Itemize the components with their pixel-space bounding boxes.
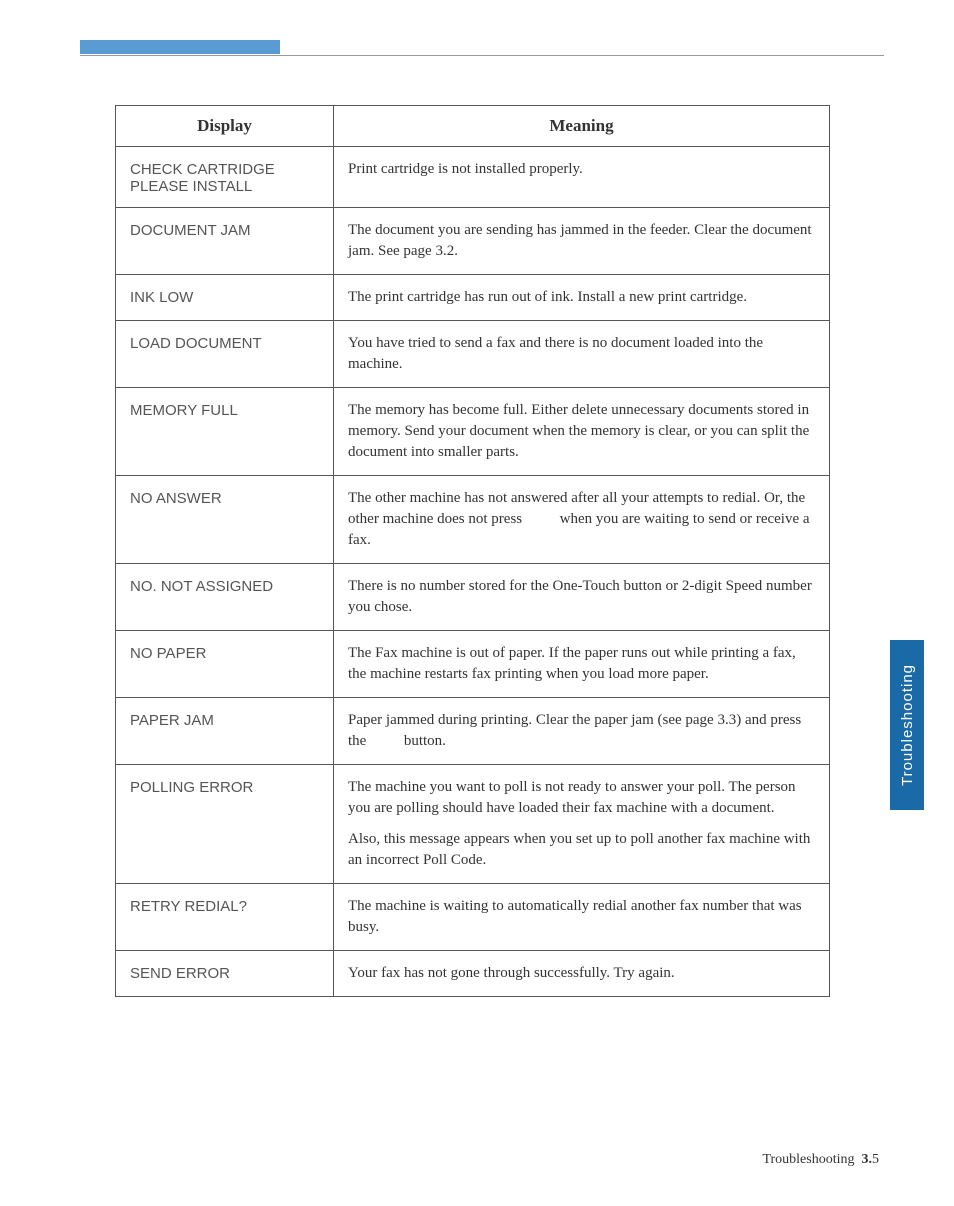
meaning-cell: Your fax has not gone through successful…	[334, 951, 830, 997]
display-text: DOCUMENT JAM	[130, 222, 251, 239]
meaning-text: Print cartridge is not installed properl…	[348, 159, 815, 180]
display-cell: RETRY REDIAL?	[116, 884, 334, 951]
col-meaning: Meaning	[334, 106, 830, 147]
display-text: NO ANSWER	[130, 490, 222, 507]
display-text: POLLING ERROR	[130, 779, 253, 796]
display-cell: DOCUMENT JAM	[116, 208, 334, 275]
display-cell: LOAD DOCUMENT	[116, 321, 334, 388]
display-cell: NO PAPER	[116, 631, 334, 698]
meaning-text: The other machine has not answered after…	[348, 488, 815, 551]
meaning-text: Also, this message appears when you set …	[348, 829, 815, 871]
meaning-text: The machine is waiting to automatically …	[348, 896, 815, 938]
meaning-cell: The Fax machine is out of paper. If the …	[334, 631, 830, 698]
table-row: INK LOW The print cartridge has run out …	[116, 275, 830, 321]
meaning-text: The Fax machine is out of paper. If the …	[348, 643, 815, 685]
display-text: NO. NOT ASSIGNED	[130, 578, 273, 595]
display-cell: NO ANSWER	[116, 476, 334, 564]
col-display: Display	[116, 106, 334, 147]
meaning-text: Paper jammed during printing. Clear the …	[348, 710, 815, 752]
meaning-text: Your fax has not gone through successful…	[348, 963, 815, 984]
meaning-text: The print cartridge has run out of ink. …	[348, 287, 815, 308]
display-cell: PAPER JAM	[116, 698, 334, 765]
meaning-text: The memory has become full. Either delet…	[348, 400, 815, 463]
meaning-text: There is no number stored for the One-To…	[348, 576, 815, 618]
meaning-cell: The print cartridge has run out of ink. …	[334, 275, 830, 321]
meaning-cell: You have tried to send a fax and there i…	[334, 321, 830, 388]
header-accent	[80, 40, 280, 54]
table-row: PAPER JAM Paper jammed during printing. …	[116, 698, 830, 765]
meaning-text: The document you are sending has jammed …	[348, 220, 815, 262]
meaning-text: You have tried to send a fax and there i…	[348, 333, 815, 375]
display-text: MEMORY FULL	[130, 402, 238, 419]
table-row: LOAD DOCUMENT You have tried to send a f…	[116, 321, 830, 388]
header-rule	[80, 40, 884, 56]
footer-label: Troubleshooting	[762, 1152, 854, 1167]
meaning-cell: Paper jammed during printing. Clear the …	[334, 698, 830, 765]
display-text: SEND ERROR	[130, 965, 230, 982]
display-cell: SEND ERROR	[116, 951, 334, 997]
content-area: Display Meaning CHECK CARTRIDGE PLEASE I…	[115, 105, 830, 997]
messages-table: Display Meaning CHECK CARTRIDGE PLEASE I…	[115, 105, 830, 997]
table-row: NO PAPER The Fax machine is out of paper…	[116, 631, 830, 698]
table-row: SEND ERROR Your fax has not gone through…	[116, 951, 830, 997]
meaning-cell: The machine is waiting to automatically …	[334, 884, 830, 951]
display-cell: CHECK CARTRIDGE PLEASE INSTALL	[116, 147, 334, 208]
footer-page: 5	[872, 1152, 879, 1167]
display-text: INK LOW	[130, 289, 193, 306]
display-cell: NO. NOT ASSIGNED	[116, 564, 334, 631]
meaning-cell: The other machine has not answered after…	[334, 476, 830, 564]
meaning-cell: There is no number stored for the One-To…	[334, 564, 830, 631]
meaning-cell: Print cartridge is not installed properl…	[334, 147, 830, 208]
display-cell: POLLING ERROR	[116, 765, 334, 884]
table-row: DOCUMENT JAM The document you are sendin…	[116, 208, 830, 275]
meaning-cell: The document you are sending has jammed …	[334, 208, 830, 275]
page-footer: Troubleshooting 3.5	[762, 1152, 879, 1168]
table-row: NO ANSWER The other machine has not answ…	[116, 476, 830, 564]
side-tab: Troubleshooting	[890, 640, 924, 810]
display-text: RETRY REDIAL?	[130, 898, 247, 915]
table-row: MEMORY FULL The memory has become full. …	[116, 388, 830, 476]
meaning-cell: The memory has become full. Either delet…	[334, 388, 830, 476]
display-text: PAPER JAM	[130, 712, 214, 729]
display-text: NO PAPER	[130, 645, 206, 662]
meaning-part-b: button.	[400, 733, 446, 749]
display-cell: INK LOW	[116, 275, 334, 321]
meaning-cell: The machine you want to poll is not read…	[334, 765, 830, 884]
display-text: CHECK CARTRIDGE PLEASE INSTALL	[130, 161, 275, 195]
table-header-row: Display Meaning	[116, 106, 830, 147]
table-row: RETRY REDIAL? The machine is waiting to …	[116, 884, 830, 951]
meaning-text: The machine you want to poll is not read…	[348, 777, 815, 819]
table-row: POLLING ERROR The machine you want to po…	[116, 765, 830, 884]
table-row: NO. NOT ASSIGNED There is no number stor…	[116, 564, 830, 631]
table-row: CHECK CARTRIDGE PLEASE INSTALL Print car…	[116, 147, 830, 208]
side-tab-label: Troubleshooting	[899, 664, 916, 786]
footer-chapter: 3.	[862, 1152, 873, 1167]
display-cell: MEMORY FULL	[116, 388, 334, 476]
header-line	[80, 55, 884, 56]
display-text: LOAD DOCUMENT	[130, 335, 262, 352]
